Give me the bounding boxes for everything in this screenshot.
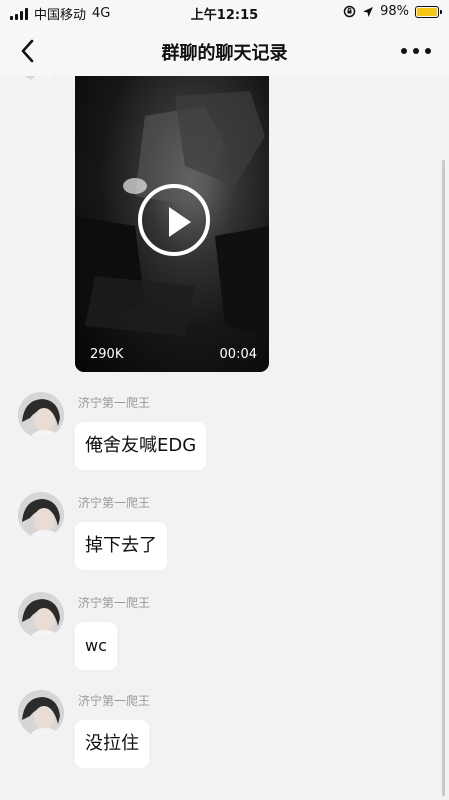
chat-history[interactable]: 290K 00:04 济宁第一爬王 俺舍友喊EDG 济宁第一爬王 掉下去了 济宁… [0,76,449,800]
message-bubble[interactable]: 没拉住 [75,720,149,768]
video-duration: 00:04 [219,347,257,362]
video-message[interactable]: 290K 00:04 [75,76,269,372]
sender-name: 济宁第一爬王 [78,694,151,708]
avatar[interactable] [18,690,64,736]
battery-percent: 98% [380,4,409,19]
video-size: 290K [90,347,124,362]
avatar[interactable] [18,76,64,82]
status-bar: 中国移动 4G 上午12:15 98% [0,0,449,26]
sender-name: 济宁第一爬王 [78,596,151,610]
more-button[interactable] [401,40,431,62]
message-bubble[interactable]: 俺舍友喊EDG [75,422,207,470]
sender-name: 济宁第一爬王 [78,496,151,510]
battery-charging-icon [415,5,442,18]
play-icon[interactable] [138,184,210,256]
scrollbar[interactable] [442,160,445,796]
message-bubble[interactable]: 掉下去了 [75,522,167,570]
avatar[interactable] [18,492,64,538]
message-bubble[interactable]: wc [75,622,117,670]
more-horizontal-icon [401,48,407,54]
location-icon [363,6,374,17]
sender-name: 济宁第一爬王 [78,396,151,410]
page-title: 群聊的聊天记录 [161,43,288,64]
nav-header: 群聊的聊天记录 [0,26,449,76]
lock-rotation-icon [343,5,356,18]
avatar[interactable] [18,592,64,638]
avatar[interactable] [18,392,64,438]
